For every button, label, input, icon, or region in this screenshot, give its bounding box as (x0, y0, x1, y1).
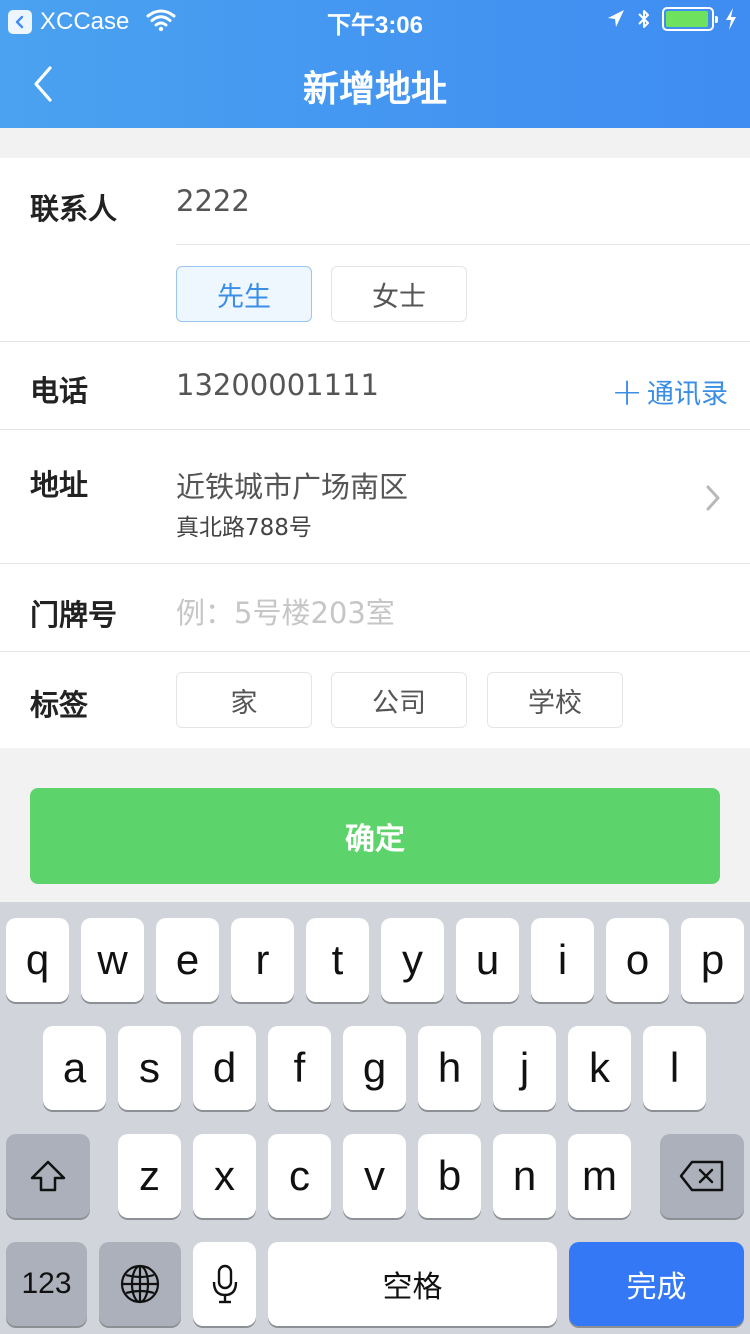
contact-name-input[interactable]: 2222 (176, 184, 250, 218)
tags-row: 标签 家 公司 学校 (0, 652, 750, 748)
globe-icon (120, 1264, 160, 1304)
charging-bolt-icon (726, 8, 736, 30)
key-c[interactable]: c (268, 1134, 331, 1218)
gender-mr-button[interactable]: 先生 (176, 266, 312, 322)
key-d[interactable]: d (193, 1026, 256, 1110)
phone-input[interactable]: 13200001111 (176, 368, 379, 402)
key-v[interactable]: v (343, 1134, 406, 1218)
key-t[interactable]: t (306, 918, 369, 1002)
key-a[interactable]: a (43, 1026, 106, 1110)
key-g[interactable]: g (343, 1026, 406, 1110)
keyboard: 123 空格 完成 qwertyuiop asdfghjkl zxcvbnm (0, 902, 750, 1334)
backspace-icon (679, 1160, 724, 1192)
shift-icon (30, 1160, 66, 1192)
tag-school-button[interactable]: 学校 (487, 672, 623, 728)
key-o[interactable]: o (606, 918, 669, 1002)
tag-home-button[interactable]: 家 (176, 672, 312, 728)
key-u[interactable]: u (456, 918, 519, 1002)
door-number-row: 门牌号 例：5号楼203室 (0, 564, 750, 652)
status-indicators (606, 7, 738, 31)
page-title: 新增地址 (302, 69, 447, 110)
key-x[interactable]: x (193, 1134, 256, 1218)
door-number-input[interactable]: 例：5号楼203室 (176, 590, 395, 632)
key-n[interactable]: n (493, 1134, 556, 1218)
key-f[interactable]: f (268, 1026, 331, 1110)
battery-level (666, 11, 708, 27)
door-number-label: 门牌号 (30, 598, 118, 632)
key-m[interactable]: m (568, 1134, 631, 1218)
key-b[interactable]: b (418, 1134, 481, 1218)
contacts-label: 通讯录 (647, 379, 728, 410)
key-r[interactable]: r (231, 918, 294, 1002)
phone-label: 电话 (30, 374, 89, 408)
globe-key[interactable] (99, 1242, 181, 1326)
contact-label: 联系人 (30, 192, 118, 226)
done-key[interactable]: 完成 (569, 1242, 744, 1326)
navigation-header: XCCase 下午3:06 新增地址 (0, 0, 750, 128)
key-y[interactable]: y (381, 918, 444, 1002)
address-row[interactable]: 地址 近铁城市广场南区 真北路788号 (0, 430, 750, 564)
key-z[interactable]: z (118, 1134, 181, 1218)
key-k[interactable]: k (568, 1026, 631, 1110)
confirm-button[interactable]: 确定 (30, 788, 720, 884)
status-bar: XCCase 下午3:06 (0, 0, 750, 40)
delete-key[interactable] (660, 1134, 744, 1218)
key-j[interactable]: j (493, 1026, 556, 1110)
address-label: 地址 (30, 468, 89, 502)
address-line1: 近铁城市广场南区 (176, 470, 409, 504)
key-p[interactable]: p (681, 918, 744, 1002)
location-arrow-icon (608, 10, 624, 27)
key-s[interactable]: s (118, 1026, 181, 1110)
shift-key[interactable] (6, 1134, 90, 1218)
divider (176, 244, 750, 245)
key-e[interactable]: e (156, 918, 219, 1002)
key-h[interactable]: h (418, 1026, 481, 1110)
plus-icon: + (611, 369, 643, 414)
key-l[interactable]: l (643, 1026, 706, 1110)
phone-row: 电话 13200001111 + 通讯录 (0, 342, 750, 430)
bluetooth-icon (638, 10, 649, 28)
space-key[interactable]: 空格 (268, 1242, 557, 1326)
key-w[interactable]: w (81, 918, 144, 1002)
contacts-button[interactable]: + 通讯录 (611, 372, 728, 411)
chevron-right-icon (706, 485, 720, 511)
numbers-key[interactable]: 123 (6, 1242, 87, 1326)
tag-company-button[interactable]: 公司 (331, 672, 467, 728)
contact-row: 联系人 2222 先生 女士 (0, 158, 750, 342)
address-line2: 真北路788号 (176, 515, 312, 541)
address-form: 联系人 2222 先生 女士 电话 13200001111 + 通讯录 地址 近… (0, 158, 750, 748)
key-i[interactable]: i (531, 918, 594, 1002)
microphone-key[interactable] (193, 1242, 256, 1326)
gender-ms-button[interactable]: 女士 (331, 266, 467, 322)
key-q[interactable]: q (6, 918, 69, 1002)
battery-icon (662, 7, 718, 31)
tags-label: 标签 (30, 688, 89, 722)
microphone-icon (212, 1264, 237, 1304)
